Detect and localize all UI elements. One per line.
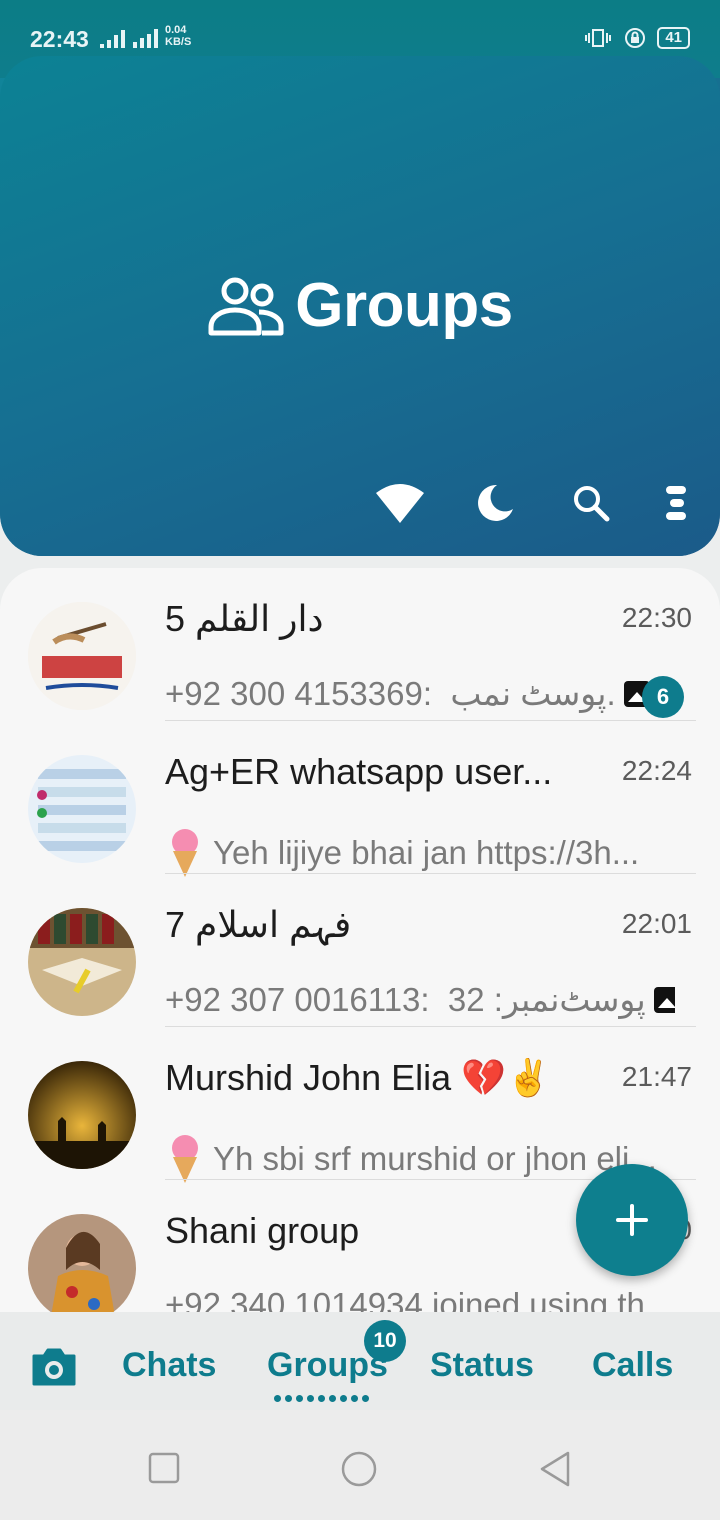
recents-button[interactable] <box>148 1452 180 1489</box>
lock-rotation-icon <box>625 28 646 48</box>
plus-icon <box>616 1204 648 1236</box>
chat-title: فہمِ اسلام 7 <box>165 904 352 945</box>
avatar <box>28 755 136 863</box>
chat-time: 22:24 <box>621 755 692 786</box>
chat-title: Murshid John Elia 💔✌️ <box>165 1057 551 1098</box>
moon-icon[interactable] <box>470 478 520 528</box>
chat-time: 22:30 <box>621 602 692 633</box>
list-item[interactable]: Ag+ER whatsapp user... 22:24 Yeh lijiye … <box>0 721 720 877</box>
status-time: 22:43 <box>30 26 89 52</box>
unread-badge: 6 <box>642 676 684 718</box>
chat-preview: +92 340 1014934 joined using th... <box>165 1286 673 1312</box>
vibrate-icon <box>585 29 612 47</box>
wifi-icon[interactable] <box>375 478 425 528</box>
groups-icon <box>208 277 284 335</box>
search-icon[interactable] <box>566 478 616 528</box>
chat-title: Ag+ER whatsapp user... <box>165 751 553 792</box>
ice-cream-icon <box>172 1135 198 1183</box>
avatar <box>28 1061 136 1169</box>
image-icon <box>653 986 675 1013</box>
chat-title: Shani group <box>165 1210 360 1251</box>
avatar <box>28 908 136 1016</box>
chat-title: دار القلم 5 <box>165 598 324 639</box>
list-item[interactable]: دار القلم 5 22:30 +92 300 4153369: پوسٹ … <box>0 568 720 721</box>
groups-badge: 10 <box>364 1320 406 1362</box>
header-actions <box>0 478 720 528</box>
list-item[interactable]: فہمِ اسلام 7 22:01 +92 307 0016113: 32 :… <box>0 874 720 1027</box>
new-group-button[interactable] <box>576 1164 688 1276</box>
ice-cream-icon <box>172 829 198 877</box>
list-item[interactable]: Murshid John Elia 💔✌️ 21:47 Yh sbi srf m… <box>0 1027 720 1183</box>
chat-preview: +92 300 4153369: پوسٹ نمب. <box>165 674 675 713</box>
page-title-text: Groups <box>295 271 513 340</box>
battery-icon: 41 <box>657 27 690 49</box>
camera-icon[interactable] <box>30 1346 78 1393</box>
active-tab-indicator <box>274 1395 369 1402</box>
chat-time: 21:47 <box>621 1061 692 1092</box>
network-speed: 0.04 KB/S <box>165 24 192 48</box>
status-right: 41 <box>583 26 690 50</box>
tab-calls[interactable]: Calls <box>592 1346 673 1385</box>
avatar <box>28 1214 136 1312</box>
back-button[interactable] <box>538 1450 572 1493</box>
tab-chats[interactable]: Chats <box>122 1346 216 1385</box>
bottom-nav: Chats Groups 10 Status Calls <box>0 1312 720 1410</box>
home-button[interactable] <box>340 1450 378 1493</box>
app-header: 22:43 0.04 KB/S 41 Groups <box>0 0 720 556</box>
signal-icon <box>100 26 158 48</box>
chat-preview: +92 307 0016113: 32 :پوسٹ‌نمبر <box>165 980 675 1019</box>
chat-preview: Yeh lijiye bhai jan https://3h... <box>165 827 675 879</box>
page-title: Groups <box>0 270 720 341</box>
status-bar: 22:43 0.04 KB/S 41 <box>30 22 690 56</box>
chat-time: 22:01 <box>621 908 692 939</box>
avatar <box>28 602 136 710</box>
tab-status[interactable]: Status <box>430 1346 534 1385</box>
menu-icon[interactable] <box>652 478 702 528</box>
system-navigation-bar <box>0 1410 720 1520</box>
